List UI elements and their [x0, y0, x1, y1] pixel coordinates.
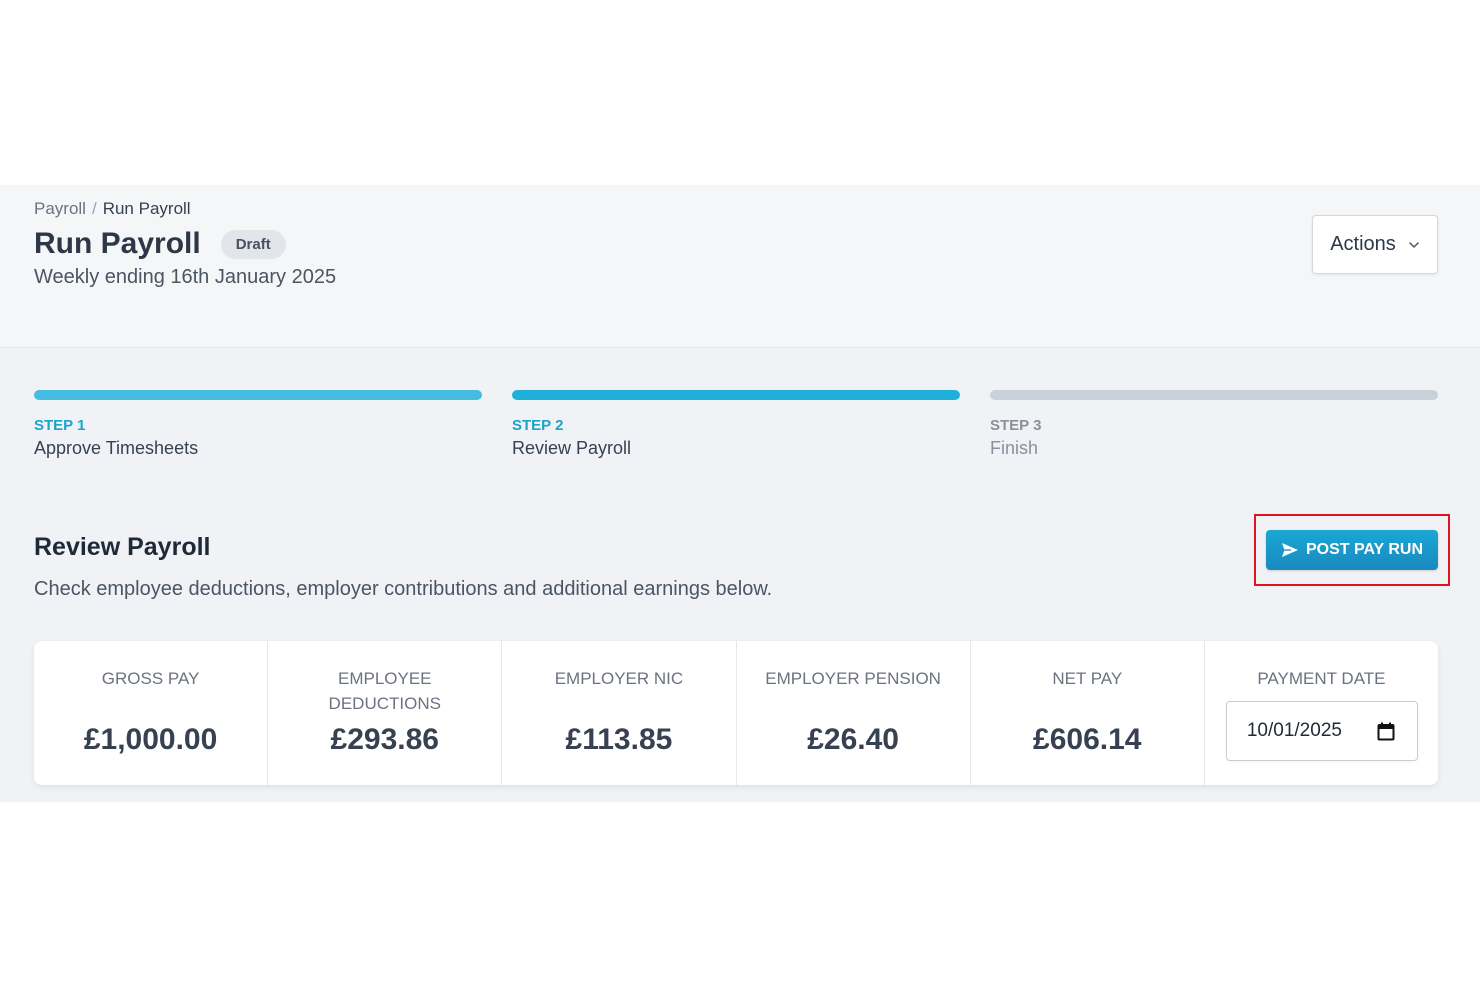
actions-dropdown-button[interactable]: Actions [1312, 215, 1438, 274]
section-description: Check employee deductions, employer cont… [34, 578, 773, 600]
payment-date-label: PAYMENT DATE [1257, 669, 1386, 688]
summary-gross-pay: GROSS PAY £1,000.00 [34, 641, 269, 785]
employer-pension-label: EMPLOYER PENSION [765, 669, 941, 688]
step-1-number: STEP 1 [34, 417, 86, 434]
post-pay-run-label: POST PAY RUN [1305, 541, 1424, 558]
step-2-progress-bar [512, 390, 960, 400]
step-review-payroll[interactable]: STEP 2 Review Payroll [512, 390, 960, 470]
page-subtitle: Weekly ending 16th January 2025 [34, 266, 337, 288]
net-pay-value: £606.14 [1033, 723, 1142, 756]
calendar-icon[interactable] [1377, 722, 1395, 741]
step-2-number: STEP 2 [512, 417, 564, 434]
employer-pension-value: £26.40 [807, 723, 899, 756]
employer-nic-value: £113.85 [565, 723, 673, 756]
summary-employer-pension: EMPLOYER PENSION £26.40 [737, 641, 971, 785]
status-badge: Draft [220, 229, 286, 259]
step-3-label: Finish [990, 438, 1039, 458]
breadcrumb: Payroll / Run Payroll [34, 199, 191, 219]
summary-payment-date: PAYMENT DATE 10/01/2025 [1205, 641, 1438, 785]
chevron-down-icon [1409, 241, 1419, 248]
actions-label: Actions [1330, 233, 1396, 255]
employer-nic-label: EMPLOYER NIC [554, 669, 684, 688]
breadcrumb-link-payroll[interactable]: Payroll [34, 199, 86, 219]
step-finish: STEP 3 Finish [990, 390, 1438, 470]
payroll-summary-card: GROSS PAY £1,000.00 EMPLOYEE DEDUCTIONS … [34, 641, 1438, 785]
gross-pay-label: GROSS PAY [101, 669, 200, 688]
step-3-number: STEP 3 [990, 417, 1042, 434]
summary-employee-deductions: EMPLOYEE DEDUCTIONS £293.86 [268, 641, 503, 785]
payment-date-value: 10/01/2025 [1246, 720, 1342, 741]
app-container: Payroll / Run Payroll Run Payroll Draft … [0, 185, 1480, 802]
step-1-progress-bar [34, 390, 482, 400]
section-title: Review Payroll [34, 533, 211, 561]
gross-pay-value: £1,000.00 [83, 723, 218, 756]
summary-employer-nic: EMPLOYER NIC £113.85 [502, 641, 737, 785]
summary-net-pay: NET PAY £606.14 [971, 641, 1205, 785]
net-pay-label: NET PAY [1052, 669, 1123, 688]
employee-deductions-value: £293.86 [330, 723, 439, 756]
step-1-label: Approve Timesheets [34, 438, 199, 458]
post-pay-run-button[interactable]: POST PAY RUN [1266, 530, 1438, 570]
step-2-label: Review Payroll [512, 438, 632, 458]
payment-date-input[interactable]: 10/01/2025 [1225, 701, 1418, 761]
step-3-progress-bar [990, 390, 1438, 400]
step-approve-timesheets[interactable]: STEP 1 Approve Timesheets [34, 390, 482, 470]
employee-deductions-label: EMPLOYEE DEDUCTIONS [328, 669, 441, 713]
progress-steps: STEP 1 Approve Timesheets STEP 2 Review … [34, 390, 1438, 470]
breadcrumb-current: Run Payroll [102, 199, 191, 218]
page-title: Run Payroll [34, 227, 201, 260]
send-icon [1281, 543, 1298, 557]
title-row: Run Payroll Draft [34, 227, 286, 261]
page-header: Payroll / Run Payroll Run Payroll Draft … [0, 185, 1480, 348]
breadcrumb-separator: / [91, 199, 97, 218]
